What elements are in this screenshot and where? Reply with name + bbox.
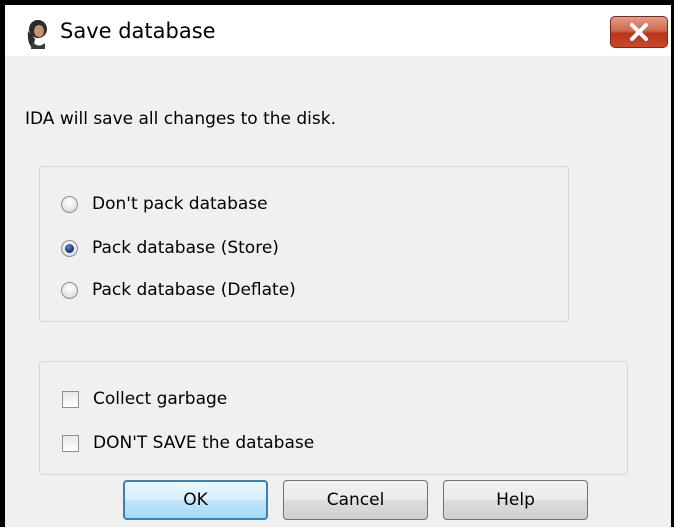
- checkbox-dont-save[interactable]: DON'T SAVE the database: [62, 433, 314, 453]
- checkbox-collect-garbage[interactable]: Collect garbage: [62, 389, 227, 409]
- radio-button[interactable]: [61, 195, 78, 213]
- radio-label: Pack database (Store): [92, 238, 279, 258]
- checkbox-label: Collect garbage: [93, 389, 228, 409]
- checkbox[interactable]: [62, 434, 79, 452]
- ida-app-icon: [27, 20, 47, 49]
- radio-pack-deflate[interactable]: Pack database (Deflate): [61, 280, 296, 300]
- radio-label: Pack database (Deflate): [92, 280, 296, 300]
- save-message: IDA will save all changes to the disk.: [25, 109, 336, 129]
- checkbox[interactable]: [62, 390, 79, 408]
- close-icon: [630, 23, 648, 41]
- options-checkbox-group: Collect garbage DON'T SAVE the database: [39, 361, 628, 475]
- radio-dont-pack[interactable]: Don't pack database: [61, 194, 268, 214]
- window-title: Save database: [60, 19, 216, 43]
- dialog-body: IDA will save all changes to the disk. D…: [5, 56, 671, 527]
- checkbox-label: DON'T SAVE the database: [93, 433, 315, 453]
- ok-button[interactable]: OK: [123, 480, 268, 520]
- radio-label: Don't pack database: [92, 194, 268, 214]
- pack-options-group: Don't pack database Pack database (Store…: [39, 166, 569, 322]
- radio-pack-store[interactable]: Pack database (Store): [61, 238, 279, 258]
- radio-button-selected[interactable]: [61, 239, 78, 257]
- cancel-button[interactable]: Cancel: [283, 480, 428, 520]
- radio-button[interactable]: [61, 281, 78, 299]
- save-database-dialog: Save database IDA will save all changes …: [0, 0, 674, 527]
- title-bar[interactable]: Save database: [5, 5, 671, 56]
- help-button[interactable]: Help: [443, 480, 588, 520]
- close-button[interactable]: [610, 16, 668, 48]
